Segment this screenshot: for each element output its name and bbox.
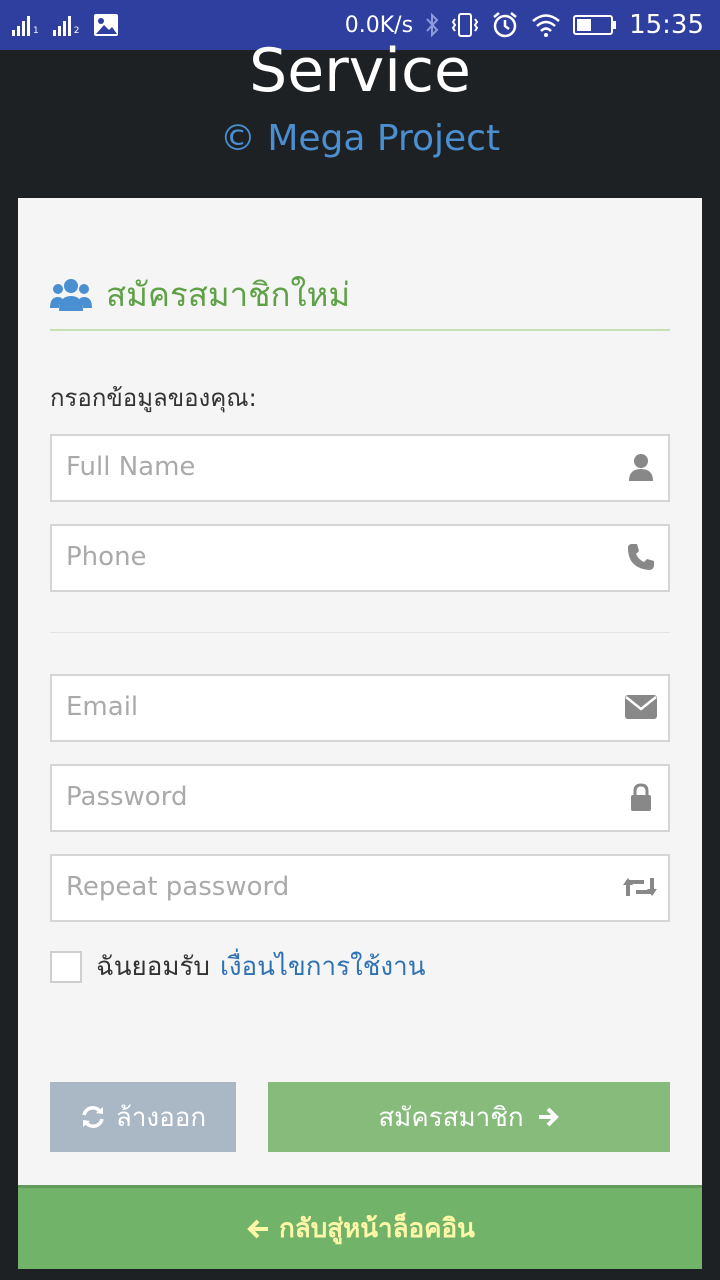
repeat-password-field[interactable]: [50, 854, 670, 922]
refresh-icon: [82, 1106, 104, 1128]
header-divider: [50, 329, 670, 331]
terms-row: ฉันยอมรับ เงื่อนไขการใช้งาน: [50, 946, 426, 987]
envelope-icon: [625, 695, 657, 719]
full-name-input[interactable]: [52, 436, 606, 498]
repeat-password-input[interactable]: [52, 856, 606, 918]
app-title: Service: [249, 36, 471, 106]
reset-button[interactable]: ล้างออก: [50, 1082, 236, 1152]
phone-input[interactable]: [52, 526, 606, 588]
email-input[interactable]: [52, 676, 606, 738]
users-icon: [50, 278, 92, 311]
submit-label: สมัครสมาชิก: [378, 1102, 524, 1133]
terms-checkbox[interactable]: [50, 950, 82, 983]
app-subtitle: © Mega Project: [219, 118, 501, 159]
form-header: สมัครสมาชิกใหม่: [50, 268, 670, 321]
user-icon: [629, 454, 653, 481]
email-field[interactable]: [50, 674, 670, 742]
phone-icon: [628, 544, 654, 570]
phone-field[interactable]: [50, 524, 670, 592]
back-to-login-label: กลับสู่หน้าล็อคอิน: [279, 1214, 475, 1244]
terms-link[interactable]: เงื่อนไขการใช้งาน: [220, 946, 426, 987]
arrow-right-icon: [538, 1107, 559, 1127]
section-divider: [50, 632, 670, 633]
form-prompt: กรอกข้อมูลของคุณ:: [50, 384, 257, 412]
signup-card: สมัครสมาชิกใหม่ กรอกข้อมูลของคุณ: Full N…: [18, 198, 702, 1185]
back-to-login-button[interactable]: กลับสู่หน้าล็อคอิน: [18, 1185, 702, 1269]
submit-button[interactable]: สมัครสมาชิก: [268, 1082, 670, 1152]
reset-label: ล้างออก: [115, 1102, 207, 1133]
lock-icon: [631, 783, 651, 811]
password-field[interactable]: [50, 764, 670, 832]
terms-text: ฉันยอมรับ: [96, 952, 210, 982]
password-input[interactable]: [52, 766, 606, 828]
full-name-field[interactable]: [50, 434, 670, 502]
form-title: สมัครสมาชิกใหม่: [106, 275, 351, 314]
retweet-icon: [623, 878, 657, 896]
arrow-left-icon: [247, 1219, 269, 1238]
